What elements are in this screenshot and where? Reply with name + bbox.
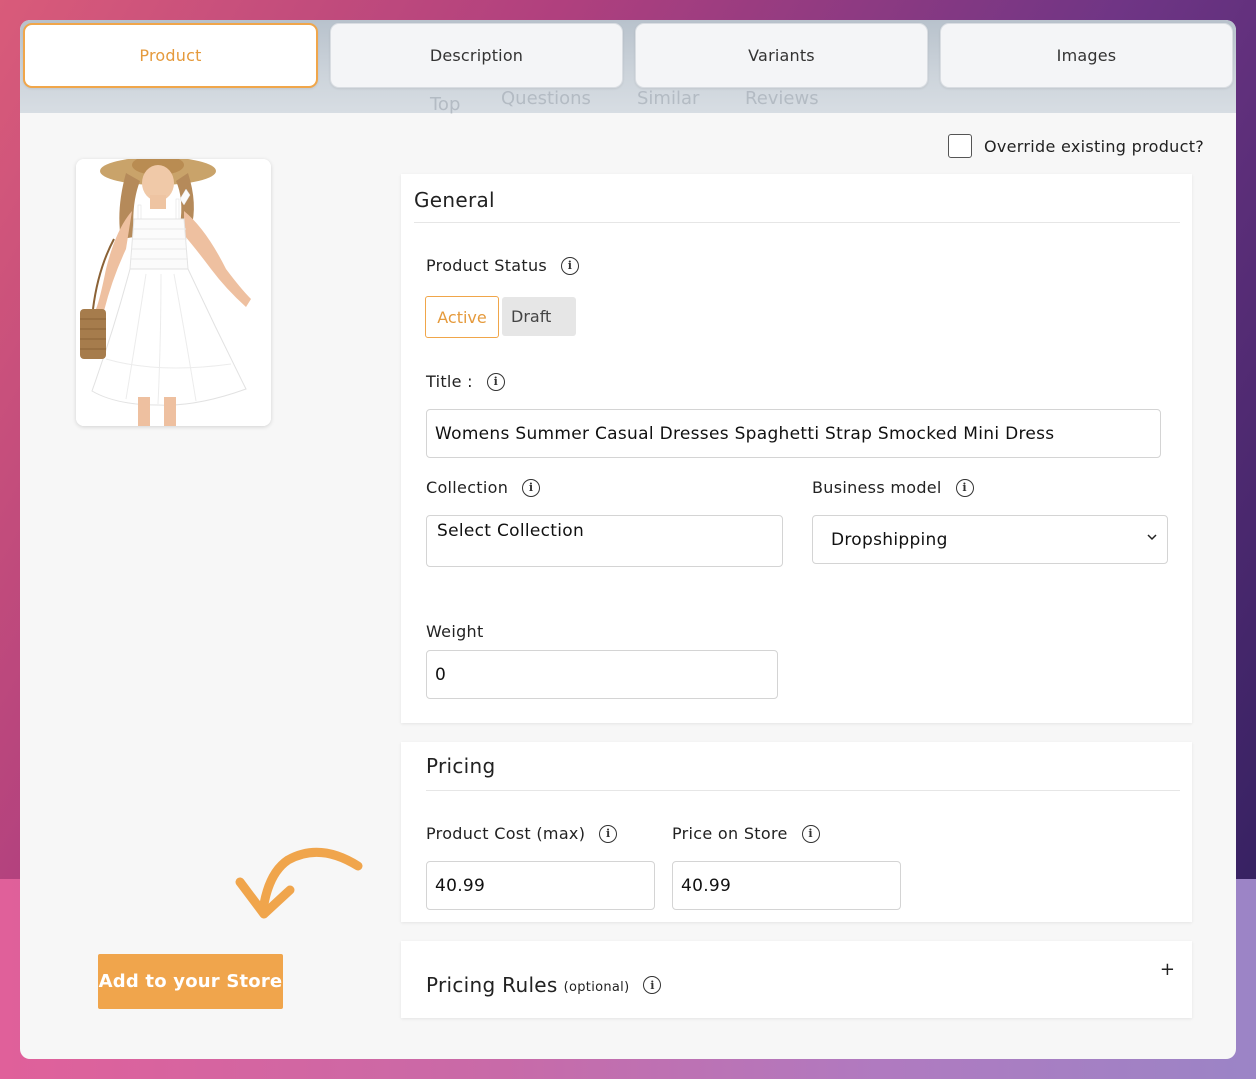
info-icon[interactable]: i	[801, 824, 820, 843]
business-model-label-text: Business model	[812, 478, 942, 497]
override-checkbox[interactable]	[948, 134, 972, 158]
pricing-card: Pricing Product Cost (max) i 40.99 Price…	[401, 742, 1192, 922]
general-card: General Product Status i Active Draft Ti…	[401, 174, 1192, 723]
weight-label: Weight	[426, 622, 484, 641]
info-icon[interactable]: i	[522, 478, 541, 497]
title-label-text: Title :	[426, 372, 473, 391]
product-status-label: Product Status i	[426, 256, 580, 275]
subtab-questions[interactable]: Questions	[501, 88, 591, 109]
pricing-title: Pricing	[426, 754, 496, 778]
subtab-top[interactable]: Top	[430, 94, 460, 115]
pricing-divider	[426, 790, 1180, 791]
weight-label-text: Weight	[426, 622, 484, 641]
collection-label-text: Collection	[426, 478, 509, 497]
product-image-card	[76, 159, 271, 426]
business-model-label: Business model i	[812, 478, 974, 497]
status-draft-button[interactable]: Draft	[502, 297, 576, 336]
add-to-store-button[interactable]: Add to your Store	[98, 954, 283, 1009]
price-on-store-input[interactable]: 40.99	[672, 861, 901, 910]
title-input[interactable]: Womens Summer Casual Dresses Spaghetti S…	[426, 409, 1161, 458]
chevron-down-icon	[1147, 534, 1157, 541]
price-on-store-text: Price on Store	[672, 824, 788, 843]
info-icon[interactable]: i	[561, 256, 580, 275]
subtab-reviews[interactable]: Reviews	[745, 88, 819, 109]
expand-plus-icon[interactable]: +	[1160, 959, 1175, 980]
business-model-value: Dropshipping	[831, 529, 948, 550]
weight-input[interactable]: 0	[426, 650, 778, 699]
product-cost-text: Product Cost (max)	[426, 824, 586, 843]
white-dress-image	[76, 159, 271, 426]
subtab-similar[interactable]: Similar	[637, 88, 699, 109]
info-icon[interactable]: i	[643, 976, 662, 994]
override-label: Override existing product?	[984, 136, 1205, 156]
info-icon[interactable]: i	[486, 372, 505, 391]
product-cost-label: Product Cost (max) i	[426, 824, 618, 843]
product-cost-input[interactable]: 40.99	[426, 861, 655, 910]
tab-variants[interactable]: Variants	[635, 23, 928, 88]
price-on-store-label: Price on Store i	[672, 824, 820, 843]
override-row: Override existing product?	[948, 134, 1204, 158]
info-icon[interactable]: i	[955, 478, 974, 497]
pricing-rules-card[interactable]: Pricing Rules (optional) i +	[401, 941, 1192, 1018]
curved-arrow-icon	[235, 847, 363, 919]
status-active-button[interactable]: Active	[425, 296, 499, 338]
tab-bar: Product Description Variants Images Top …	[20, 20, 1236, 115]
business-model-select[interactable]: Dropshipping	[812, 515, 1168, 564]
pricing-rules-label: Pricing Rules (optional) i	[426, 973, 662, 997]
tab-product[interactable]: Product	[23, 23, 318, 88]
general-title: General	[414, 188, 495, 212]
collection-label: Collection i	[426, 478, 541, 497]
collection-select[interactable]: Select Collection	[426, 515, 783, 567]
info-icon[interactable]: i	[599, 824, 618, 843]
tab-description[interactable]: Description	[330, 23, 623, 88]
tab-images[interactable]: Images	[940, 23, 1233, 88]
product-status-text: Product Status	[426, 256, 548, 275]
general-divider	[414, 222, 1180, 223]
title-label: Title : i	[426, 372, 505, 391]
pricing-rules-optional: (optional)	[563, 979, 630, 995]
pricing-rules-title: Pricing Rules	[426, 973, 558, 997]
app-window: Product Description Variants Images Top …	[20, 20, 1236, 1059]
